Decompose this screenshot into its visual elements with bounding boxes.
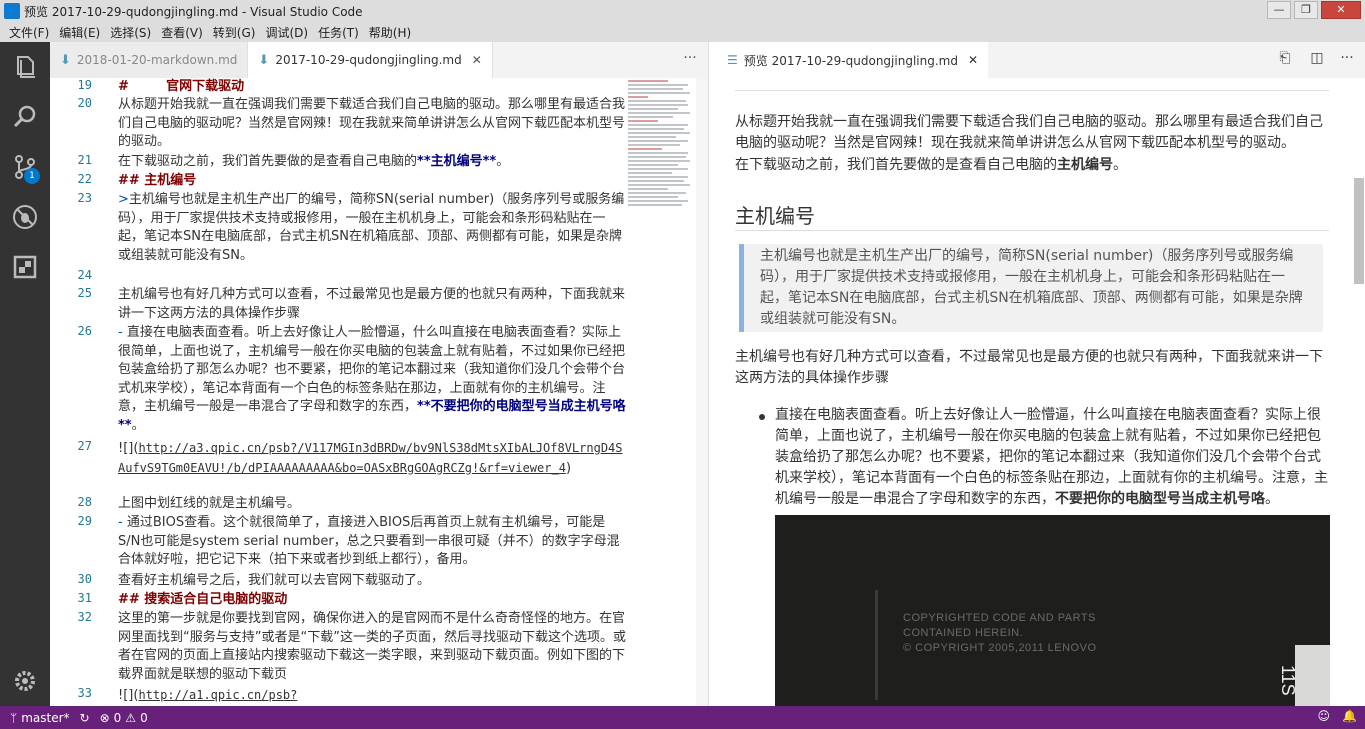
tab-label: 2017-10-29-qudongjingling.md <box>275 53 462 67</box>
blockquote-text: 主机编号也就是主机生产出厂的编号，简称SN(serial number)（服务序… <box>760 248 1303 327</box>
window-title: 预览 2017-10-29-qudongjingling.md - Visual… <box>24 4 363 19</box>
tab-label: 预览 2017-10-29-qudongjingling.md <box>743 53 958 68</box>
editor-vertical-scrollbar[interactable] <box>696 78 708 706</box>
menu-bar: 文件(F) 编辑(E) 选择(S) 查看(V) 转到(G) 调试(D) 任务(T… <box>0 22 1365 42</box>
title-bar: 预览 2017-10-29-qudongjingling.md - Visual… <box>0 0 1365 22</box>
minimap[interactable] <box>628 78 692 288</box>
menu-selection[interactable]: 选择(S) <box>105 24 156 41</box>
markdown-file-icon: ⬇ <box>258 52 270 68</box>
minimize-button[interactable]: — <box>1267 1 1291 19</box>
git-branch-icon: ᛘ <box>10 710 18 725</box>
menu-file[interactable]: 文件(F) <box>4 24 54 41</box>
tab-label: 2018-01-20-markdown.md <box>76 53 238 67</box>
problems-indicator[interactable]: ⊗ 0 ⚠ 0 <box>100 711 148 725</box>
close-tab-icon[interactable]: ✕ <box>968 53 978 67</box>
activity-bar: 1 <box>0 42 50 706</box>
warning-icon: ⚠ <box>125 710 137 725</box>
editor-tab-bar: ⬇ 2018-01-20-markdown.md ⬇ 2017-10-29-qu… <box>50 42 708 78</box>
markdown-file-icon: ⬇ <box>60 52 71 68</box>
menu-debug[interactable]: 调试(D) <box>260 24 313 41</box>
image-side-text: 11S <box>1278 665 1298 696</box>
menu-go[interactable]: 转到(G) <box>208 24 261 41</box>
preview-heading: 主机编号 <box>735 204 815 228</box>
menu-view[interactable]: 查看(V) <box>156 24 208 41</box>
close-tab-icon[interactable]: ✕ <box>472 53 482 67</box>
search-icon[interactable] <box>10 102 40 132</box>
notifications-bell-icon[interactable]: 🔔 <box>1342 709 1357 723</box>
error-icon: ⊗ <box>99 710 110 725</box>
window-controls: — ❐ ✕ <box>1267 1 1361 19</box>
explorer-icon[interactable] <box>10 52 40 82</box>
branch-name: master* <box>21 710 70 725</box>
preview-paragraph: 从标题开始我就一直在强调我们需要下载适合我们自己电脑的驱动。那么哪里有最适合我们… <box>735 114 1323 151</box>
debug-icon[interactable] <box>10 202 40 232</box>
laptop-label-image: COPYRIGHTED CODE AND PARTS CONTAINED HER… <box>775 515 1330 706</box>
branch-indicator[interactable]: ᛘ master* <box>10 711 70 725</box>
menu-tasks[interactable]: 任务(T) <box>313 24 364 41</box>
image-caption-text: COPYRIGHTED CODE AND PARTS CONTAINED HER… <box>903 612 1097 654</box>
preview-icon: ☰ <box>727 53 738 67</box>
tab-markdown-file[interactable]: ⬇ 2018-01-20-markdown.md <box>50 42 249 78</box>
list-bullet <box>759 414 765 420</box>
more-actions-icon[interactable]: ··· <box>678 50 702 70</box>
tab-preview[interactable]: ☰ 预览 2017-10-29-qudongjingling.md ✕ <box>709 42 989 78</box>
code-editor[interactable]: 19 # 官网下载驱动 20 从标题开始我就一直在强调我们需要下载适合我们自己电… <box>50 78 708 706</box>
vscode-logo-icon <box>4 3 20 19</box>
preview-scrollbar-thumb[interactable] <box>1354 178 1364 284</box>
heading-divider <box>735 90 1329 91</box>
error-count: 0 <box>113 710 122 725</box>
tab-qudongjingling-file[interactable]: ⬇ 2017-10-29-qudongjingling.md ✕ <box>248 42 493 78</box>
preview-tab-bar: ☰ 预览 2017-10-29-qudongjingling.md ✕ ⎗ ◫ … <box>709 42 1365 78</box>
preview-paragraph: 在下载驱动之前，我们首先要做的是查看自己电脑的主机编号。 <box>735 157 1127 173</box>
status-bar: ᛘ master* ↻ ⊗ 0 ⚠ 0 ☺ 🔔 <box>0 706 1365 729</box>
extensions-icon[interactable] <box>10 252 40 282</box>
close-window-button[interactable]: ✕ <box>1321 1 1361 19</box>
feedback-smiley-icon[interactable]: ☺ <box>1318 709 1331 723</box>
markdown-preview[interactable]: 从标题开始我就一直在强调我们需要下载适合我们自己电脑的驱动。那么哪里有最适合我们… <box>709 78 1365 706</box>
scm-count-badge: 1 <box>24 168 40 184</box>
sync-button[interactable]: ↻ <box>80 711 90 725</box>
menu-help[interactable]: 帮助(H) <box>364 24 416 41</box>
more-actions-icon[interactable]: ··· <box>1337 50 1357 70</box>
settings-gear-icon[interactable] <box>10 666 40 696</box>
sync-icon: ↻ <box>79 710 90 725</box>
warning-count: 0 <box>140 710 148 725</box>
menu-edit[interactable]: 编辑(E) <box>54 24 105 41</box>
split-editor-icon[interactable]: ◫ <box>1307 50 1327 70</box>
list-item: 直接在电脑表面查看。听上去好像让人一脸懵逼，什么叫直接在电脑表面查看？实际上很简… <box>775 407 1328 507</box>
maximize-button[interactable]: ❐ <box>1294 1 1318 19</box>
preview-paragraph: 主机编号也有好几种方式可以查看，不过最常见也是最方便的也就只有两种，下面我就来讲… <box>735 349 1323 386</box>
open-source-icon[interactable]: ⎗ <box>1275 50 1295 70</box>
heading-divider <box>735 230 1329 231</box>
blockquote: 主机编号也就是主机生产出厂的编号，简称SN(serial number)（服务序… <box>739 244 1323 332</box>
